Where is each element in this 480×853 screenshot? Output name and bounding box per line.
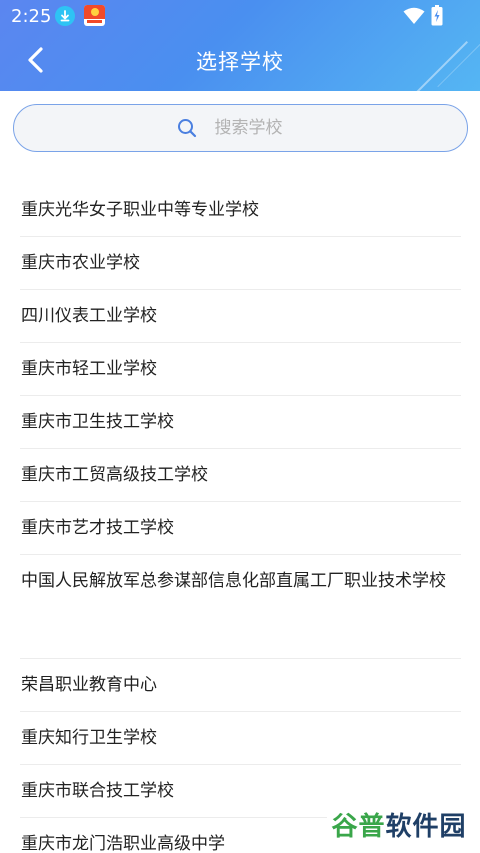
search-input[interactable] [214,118,305,138]
page-title: 选择学校 [196,50,284,74]
list-item[interactable]: 重庆市艺才技工学校 [20,502,461,555]
list-item[interactable]: 重庆光华女子职业中等专业学校 [20,184,461,237]
school-list: 重庆光华女子职业中等专业学校 重庆市农业学校 四川仪表工业学校 重庆市轻工业学校… [0,184,480,853]
list-item[interactable]: 重庆知行卫生学校 [20,712,461,765]
battery-icon [431,5,443,26]
search-bar[interactable] [13,104,468,152]
watermark-logo: 谷普 软件园 [327,802,471,846]
app-icon [84,5,105,26]
list-item[interactable]: 中国人民解放军总参谋部信息化部直属工厂职业技术学校 [20,555,461,659]
list-item[interactable]: 荣昌职业教育中心 [20,659,461,712]
status-time: 2:25 [11,6,52,27]
wifi-icon [403,7,425,24]
watermark-part1: 谷普 [331,811,386,842]
list-item[interactable]: 重庆市工贸高级技工学校 [20,449,461,502]
header-bar: 2:25 选择学校 [0,0,480,91]
list-item[interactable]: 重庆市轻工业学校 [20,343,461,396]
download-icon [55,6,75,26]
list-item[interactable]: 重庆市农业学校 [20,237,461,290]
search-icon [177,119,196,138]
list-item[interactable]: 重庆市卫生技工学校 [20,396,461,449]
status-bar: 2:25 [0,0,480,32]
watermark-part2: 软件园 [385,811,467,842]
list-item[interactable]: 四川仪表工业学校 [20,290,461,343]
